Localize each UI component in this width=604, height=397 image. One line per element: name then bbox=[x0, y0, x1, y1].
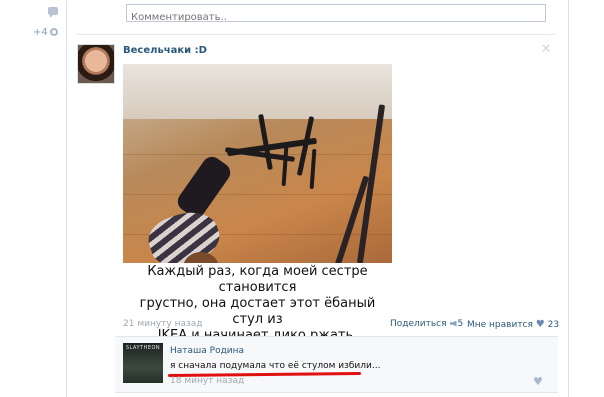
like-label: Мне нравится bbox=[467, 320, 533, 330]
share-count: 5 bbox=[457, 319, 464, 329]
like-button[interactable]: Мне нравится ♥ 23 bbox=[467, 319, 559, 330]
photo-chair-part bbox=[258, 113, 273, 171]
heart-icon[interactable]: ♥ bbox=[533, 375, 543, 388]
comment-icon[interactable] bbox=[48, 7, 58, 18]
photo-floor-line bbox=[123, 194, 392, 195]
comment-input[interactable] bbox=[127, 9, 545, 26]
caption-line: Каждый раз, когда моей сестре становится bbox=[147, 264, 368, 295]
divider bbox=[115, 392, 558, 393]
share-icon bbox=[449, 320, 457, 327]
divider bbox=[76, 34, 556, 35]
author-avatar[interactable] bbox=[77, 44, 115, 84]
share-button[interactable]: Поделиться 5 bbox=[390, 319, 463, 329]
post-image[interactable] bbox=[123, 64, 392, 263]
reply-timestamp[interactable]: 18 минут назад bbox=[170, 376, 244, 386]
share-label: Поделиться bbox=[390, 319, 447, 329]
reply-author-link[interactable]: Наташа Родина bbox=[170, 346, 244, 356]
like-count: 23 bbox=[547, 320, 560, 330]
post-author-link[interactable]: Весельчаки :D bbox=[123, 45, 207, 56]
heart-icon: ♥ bbox=[535, 319, 545, 330]
extra-likes-counter[interactable]: +4 bbox=[33, 27, 58, 38]
gear-icon bbox=[49, 28, 58, 36]
post-caption: Каждый раз, когда моей сестре становится… bbox=[123, 264, 392, 344]
photo-figure-leg bbox=[173, 153, 235, 221]
photo-wall bbox=[123, 64, 392, 119]
reply-text: я сначала подумала что её стулом избили.… bbox=[170, 361, 381, 371]
photo-chair-part bbox=[281, 145, 289, 187]
close-icon[interactable]: × bbox=[541, 41, 551, 55]
reply-avatar[interactable]: SLAYTHEON bbox=[123, 343, 163, 383]
comment-field[interactable] bbox=[126, 4, 546, 26]
post-timestamp[interactable]: 21 минуту назад bbox=[123, 319, 203, 329]
photo-figure-body bbox=[143, 204, 225, 263]
left-rail: +4 bbox=[0, 0, 66, 397]
extra-likes-text: +4 bbox=[33, 27, 48, 38]
reply-avatar-label: SLAYTHEON bbox=[125, 345, 161, 351]
